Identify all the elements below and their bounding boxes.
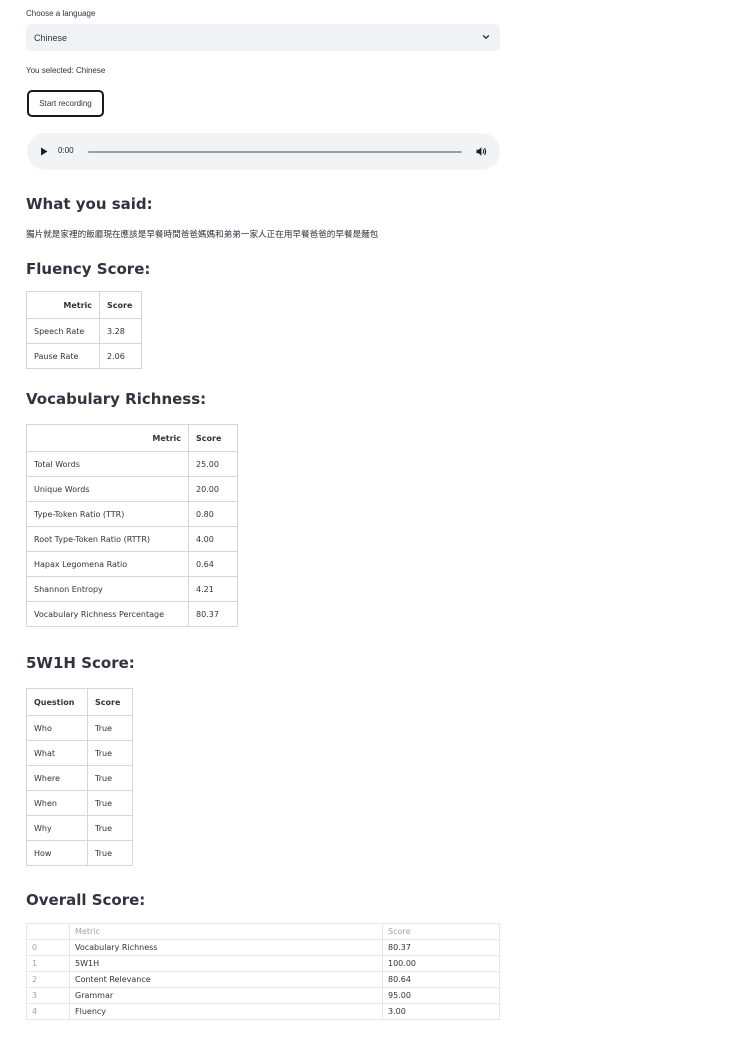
row-index: 2: [26, 971, 70, 988]
table-cell[interactable]: Fluency: [69, 1003, 383, 1020]
table-cell[interactable]: 3.00: [382, 1003, 500, 1020]
row-index: 3: [26, 987, 70, 1004]
table-header-row: Question Score: [26, 688, 133, 716]
column-header: Question: [26, 688, 88, 716]
table-cell: What: [26, 740, 88, 766]
what-you-said-heading: What you said:: [26, 195, 153, 213]
table-cell: 80.37: [188, 601, 238, 627]
vocabulary-table: Metric Score Total Words 25.00 Unique Wo…: [26, 424, 238, 627]
table-cell[interactable]: Vocabulary Richness: [69, 939, 383, 956]
vocabulary-heading: Vocabulary Richness:: [26, 390, 207, 408]
table-cell[interactable]: 95.00: [382, 987, 500, 1004]
table-header-row: Metric Score: [26, 291, 142, 319]
table-cell: True: [87, 740, 133, 766]
chevron-down-icon: [482, 35, 490, 39]
table-cell: 20.00: [188, 476, 238, 502]
table-cell: 25.00: [188, 451, 238, 477]
start-recording-button[interactable]: Start recording: [27, 90, 104, 117]
table-row: Vocabulary Richness Percentage 80.37: [26, 601, 238, 627]
overall-heading: Overall Score:: [26, 891, 146, 909]
table-cell: Total Words: [26, 451, 189, 477]
table-cell: Pause Rate: [26, 343, 100, 369]
language-select[interactable]: Chinese: [26, 24, 500, 51]
column-header[interactable]: Score: [382, 923, 500, 940]
table-cell: 4.00: [188, 526, 238, 552]
table-cell[interactable]: Grammar: [69, 987, 383, 1004]
row-index: 0: [26, 939, 70, 956]
play-icon[interactable]: [40, 147, 48, 156]
row-index: 1: [26, 955, 70, 972]
table-cell: How: [26, 840, 88, 866]
table-row: Type-Token Ratio (TTR) 0.80: [26, 501, 238, 527]
table-row[interactable]: 0 Vocabulary Richness 80.37: [26, 939, 500, 956]
table-row: Root Type-Token Ratio (RTTR) 4.00: [26, 526, 238, 552]
table-cell: 2.06: [99, 343, 142, 369]
audio-time: 0:00: [58, 146, 74, 155]
column-header: Score: [188, 424, 238, 452]
table-row: Pause Rate 2.06: [26, 343, 142, 369]
table-cell[interactable]: 80.37: [382, 939, 500, 956]
fluency-table: Metric Score Speech Rate 3.28 Pause Rate…: [26, 291, 142, 369]
overall-score-dataframe[interactable]: Metric Score 0 Vocabulary Richness 80.37…: [26, 923, 500, 1020]
table-cell: Why: [26, 815, 88, 841]
table-row[interactable]: 3 Grammar 95.00: [26, 987, 500, 1004]
column-header: Metric: [26, 291, 100, 319]
table-row: Why True: [26, 815, 133, 841]
table-row: What True: [26, 740, 133, 766]
table-cell[interactable]: 5W1H: [69, 955, 383, 972]
table-cell: 0.80: [188, 501, 238, 527]
table-cell: Root Type-Token Ratio (RTTR): [26, 526, 189, 552]
table-row: Shannon Entropy 4.21: [26, 576, 238, 602]
table-row[interactable]: 1 5W1H 100.00: [26, 955, 500, 972]
table-cell: True: [87, 790, 133, 816]
volume-icon[interactable]: [476, 146, 487, 157]
table-cell: 0.64: [188, 551, 238, 577]
fivew1h-table: Question Score Who True What True Where …: [26, 688, 133, 866]
table-cell: True: [87, 840, 133, 866]
audio-player: 0:00: [27, 133, 500, 170]
table-cell: True: [87, 715, 133, 741]
table-row: Speech Rate 3.28: [26, 318, 142, 344]
table-cell[interactable]: 80.64: [382, 971, 500, 988]
audio-progress-track[interactable]: [88, 151, 462, 153]
table-row: Who True: [26, 715, 133, 741]
table-header-row: Metric Score: [26, 923, 500, 940]
language-select-value: Chinese: [34, 32, 68, 43]
language-label: Choose a language: [26, 9, 96, 18]
transcript-text: 獨片就是家裡的飯廳現在應該是早餐時間爸爸媽媽和弟弟一家人正在用早餐爸爸的早餐是麵…: [26, 230, 379, 240]
table-row: When True: [26, 790, 133, 816]
table-cell[interactable]: 100.00: [382, 955, 500, 972]
table-row: How True: [26, 840, 133, 866]
table-row[interactable]: 2 Content Relevance 80.64: [26, 971, 500, 988]
table-row: Where True: [26, 765, 133, 791]
table-cell: 4.21: [188, 576, 238, 602]
table-cell: Speech Rate: [26, 318, 100, 344]
table-cell: Who: [26, 715, 88, 741]
table-cell: Type-Token Ratio (TTR): [26, 501, 189, 527]
table-cell[interactable]: Content Relevance: [69, 971, 383, 988]
table-cell: 3.28: [99, 318, 142, 344]
table-row[interactable]: 4 Fluency 3.00: [26, 1003, 500, 1020]
column-header: Score: [87, 688, 133, 716]
table-row: Hapax Legomena Ratio 0.64: [26, 551, 238, 577]
table-cell: Shannon Entropy: [26, 576, 189, 602]
table-cell: Unique Words: [26, 476, 189, 502]
column-header[interactable]: Metric: [69, 923, 383, 940]
index-header: [26, 923, 70, 940]
column-header: Metric: [26, 424, 189, 452]
table-cell: Hapax Legomena Ratio: [26, 551, 189, 577]
column-header: Score: [99, 291, 142, 319]
selected-language-message: You selected: Chinese: [26, 66, 106, 75]
table-cell: True: [87, 765, 133, 791]
fivew1h-heading: 5W1H Score:: [26, 654, 135, 672]
table-cell: True: [87, 815, 133, 841]
table-cell: When: [26, 790, 88, 816]
fluency-heading: Fluency Score:: [26, 260, 151, 278]
table-row: Unique Words 20.00: [26, 476, 238, 502]
table-cell: Where: [26, 765, 88, 791]
row-index: 4: [26, 1003, 70, 1020]
table-cell: Vocabulary Richness Percentage: [26, 601, 189, 627]
table-row: Total Words 25.00: [26, 451, 238, 477]
table-header-row: Metric Score: [26, 424, 238, 452]
